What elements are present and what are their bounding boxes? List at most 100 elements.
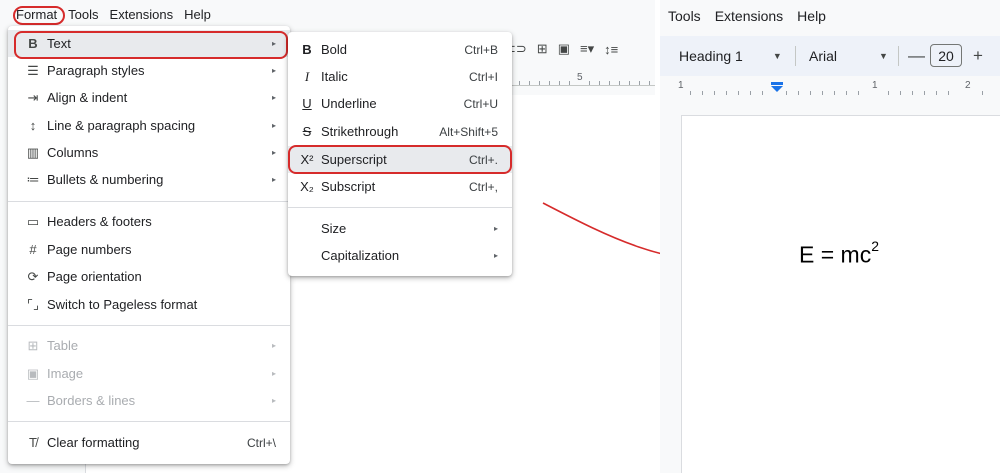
menu-item-label: Underline <box>321 96 377 111</box>
menu-tools[interactable]: Tools <box>668 8 701 24</box>
menu-item-italic[interactable]: I Italic Ctrl+I <box>288 63 512 90</box>
menu-item-page-numbers[interactable]: # Page numbers <box>8 236 290 263</box>
add-comment-icon[interactable]: ⊞ <box>537 41 548 57</box>
menu-extensions[interactable]: Extensions <box>715 8 783 24</box>
font-size-input[interactable]: 20 <box>930 44 962 67</box>
menu-item-label: Headers & footers <box>47 214 152 229</box>
toolbar-right: Heading 1 ▼ Arial ▼ — 20 + <box>660 36 1000 76</box>
right-docs-window: Tools Extensions Help Heading 1 ▼ Arial … <box>660 0 1000 473</box>
ruler-number: 5 <box>577 72 583 83</box>
menu-separator <box>8 201 290 202</box>
chevron-right-icon: ▸ <box>271 66 276 75</box>
shortcut-label: Ctrl+I <box>468 69 498 84</box>
line-spacing-icon: ↕ <box>29 118 37 133</box>
ruler-number: 2 <box>965 80 971 91</box>
shortcut-label: Ctrl+U <box>463 96 498 111</box>
menu-help[interactable]: Help <box>797 8 826 24</box>
menu-item-label: Subscript <box>321 179 376 194</box>
ruler-number: 1 <box>678 80 684 91</box>
menu-item-clear-formatting[interactable]: T̸ Clear formatting Ctrl+\ <box>8 429 290 456</box>
indent-marker[interactable] <box>771 82 783 85</box>
menu-separator <box>8 325 290 326</box>
menu-item-label: Switch to Pageless format <box>47 297 198 312</box>
toolbar-separator <box>898 46 899 66</box>
menu-tools[interactable]: Tools <box>68 7 98 22</box>
chevron-right-icon: ▸ <box>271 369 276 378</box>
line-spacing-icon[interactable]: ↕≡ <box>604 42 618 57</box>
page-orientation-icon: ⟳ <box>27 268 39 284</box>
menu-item-label: Size <box>321 221 347 236</box>
header-footer-icon: ▭ <box>26 213 40 229</box>
align-icon[interactable]: ≡▾ <box>580 41 594 57</box>
menu-item-underline[interactable]: U Underline Ctrl+U <box>288 90 512 117</box>
equation-text: E = mc2 <box>799 238 879 269</box>
chevron-right-icon: ▸ <box>271 93 276 102</box>
paragraph-style-dropdown[interactable]: Heading 1 ▼ <box>679 48 782 64</box>
menu-item-page-orientation[interactable]: ⟳ Page orientation <box>8 263 290 290</box>
menu-item-label: Table <box>47 338 79 353</box>
increase-font-size-button[interactable]: + <box>973 46 983 66</box>
menu-item-label: Strikethrough <box>321 124 399 139</box>
strikethrough-icon: S <box>302 124 312 139</box>
paragraph-styles-icon: ☰ <box>27 62 39 78</box>
menu-item-label: Clear formatting <box>47 435 140 450</box>
hash-icon: # <box>29 242 37 257</box>
clear-formatting-icon: T̸ <box>29 435 37 450</box>
subscript-icon: X₂ <box>300 179 314 194</box>
ruler: 5 <box>505 72 655 86</box>
menu-extensions[interactable]: Extensions <box>110 7 174 22</box>
decrease-font-size-button[interactable]: — <box>908 46 925 66</box>
menu-item-label: Columns <box>47 145 99 160</box>
columns-icon: ▥ <box>26 144 40 160</box>
font-family-value: Arial <box>809 48 838 64</box>
shortcut-label: Ctrl+, <box>468 179 498 194</box>
menu-item-paragraph-styles[interactable]: ☰ Paragraph styles ▸ <box>8 57 290 84</box>
menu-item-label: Page numbers <box>47 242 132 257</box>
align-indent-icon: ⇥ <box>27 89 39 105</box>
font-family-dropdown[interactable]: Arial ▼ <box>809 48 888 64</box>
chevron-right-icon: ▸ <box>271 396 276 405</box>
menu-separator <box>8 421 290 422</box>
chevron-right-icon: ▸ <box>271 121 276 130</box>
menu-item-line-spacing[interactable]: ↕ Line & paragraph spacing ▸ <box>8 112 290 139</box>
bulleted-list-icon: ≔ <box>26 171 40 187</box>
indent-marker-arrow[interactable] <box>771 86 783 92</box>
shortcut-label: Ctrl+B <box>464 42 498 57</box>
menu-item-subscript[interactable]: X₂ Subscript Ctrl+, <box>288 173 512 200</box>
menu-item-headers-footers[interactable]: ▭ Headers & footers <box>8 208 290 235</box>
menu-item-size[interactable]: Size ▸ <box>288 215 512 242</box>
ruler-number: 1 <box>872 80 878 91</box>
caret-down-icon: ▼ <box>772 51 782 61</box>
menu-item-bullets-numbering[interactable]: ≔ Bullets & numbering ▸ <box>8 166 290 193</box>
paragraph-style-value: Heading 1 <box>679 48 743 64</box>
shortcut-label: Alt+Shift+5 <box>439 124 498 139</box>
bold-icon: B <box>302 42 312 57</box>
menu-bar-right: Tools Extensions Help <box>668 8 840 24</box>
menu-item-label: Line & paragraph spacing <box>47 118 196 133</box>
image-icon: ▣ <box>26 365 40 381</box>
menu-item-label: Italic <box>321 69 348 84</box>
menu-item-columns[interactable]: ▥ Columns ▸ <box>8 139 290 166</box>
menu-separator <box>288 207 512 208</box>
menu-item-pageless[interactable]: ⌜⌟ Switch to Pageless format <box>8 291 290 318</box>
menu-item-capitalization[interactable]: Capitalization ▸ <box>288 242 512 269</box>
menu-item-label: Capitalization <box>321 248 400 263</box>
menu-bar: Format Tools Extensions Help <box>0 0 655 28</box>
menu-item-align-indent[interactable]: ⇥ Align & indent ▸ <box>8 84 290 111</box>
equation-base: E = mc <box>799 241 872 268</box>
menu-item-label: Bold <box>321 42 348 57</box>
superscript-highlight-outline <box>288 145 512 174</box>
menu-item-borders-lines: — Borders & lines ▸ <box>8 387 290 414</box>
menu-item-bold[interactable]: B Bold Ctrl+B <box>288 36 512 63</box>
menu-item-table: ⊞ Table ▸ <box>8 332 290 359</box>
menu-item-strikethrough[interactable]: S Strikethrough Alt+Shift+5 <box>288 118 512 145</box>
menu-help[interactable]: Help <box>184 7 211 22</box>
shortcut-label: Ctrl+\ <box>246 435 276 450</box>
document-page-right[interactable]: E = mc2 <box>681 115 1000 473</box>
menu-item-label: Bullets & numbering <box>47 172 164 187</box>
insert-image-icon[interactable]: ▣ <box>558 41 570 57</box>
borders-lines-icon: — <box>26 393 40 408</box>
format-highlight-outline <box>13 6 65 25</box>
menu-item-label: Align & indent <box>47 90 128 105</box>
chevron-right-icon: ▸ <box>271 341 276 350</box>
